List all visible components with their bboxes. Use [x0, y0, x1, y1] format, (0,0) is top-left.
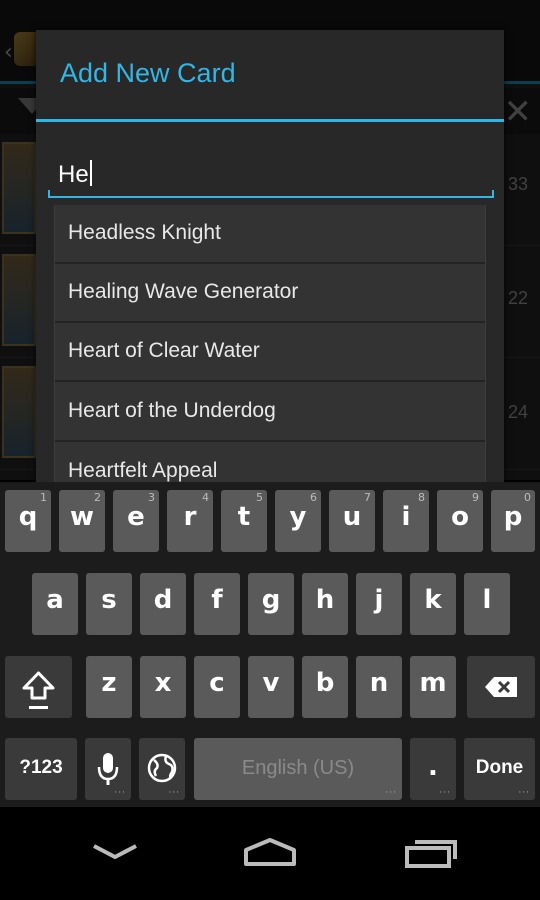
suggestion-label: Heartfelt Appeal — [68, 459, 218, 482]
suggestion-item[interactable]: Heart of Clear Water — [55, 323, 485, 382]
key-label: q — [18, 502, 38, 532]
key-label: i — [401, 502, 411, 532]
shift-key[interactable] — [5, 656, 72, 718]
key-label: w — [69, 502, 95, 532]
key-l[interactable]: l — [464, 573, 510, 635]
key-p[interactable]: 0 p — [491, 490, 535, 552]
key-o[interactable]: 9 o — [437, 490, 483, 552]
key-a[interactable]: a — [32, 573, 78, 635]
dialog-title: Add New Card — [60, 58, 236, 88]
key-label: n — [369, 668, 389, 698]
key-label: h — [315, 585, 335, 615]
key-c[interactable]: c — [194, 656, 240, 718]
key-v[interactable]: v — [248, 656, 294, 718]
backspace-key[interactable] — [467, 656, 535, 718]
key-q[interactable]: 1 q — [5, 490, 51, 552]
key-t[interactable]: 5 t — [221, 490, 267, 552]
key-label: s — [101, 585, 117, 615]
key-h[interactable]: h — [302, 573, 348, 635]
key-z[interactable]: z — [86, 656, 132, 718]
shift-icon — [22, 671, 55, 709]
key-d[interactable]: d — [140, 573, 186, 635]
key-r[interactable]: 4 r — [167, 490, 213, 552]
key-label: p — [503, 502, 523, 532]
card-name-input[interactable]: He — [48, 154, 494, 198]
key-label: a — [46, 585, 64, 615]
symbols-key[interactable]: ?123 — [5, 738, 77, 800]
key-g[interactable]: g — [248, 573, 294, 635]
suggestion-label: Headless Knight — [68, 221, 221, 244]
key-label: y — [289, 502, 307, 532]
input-underline — [48, 190, 494, 198]
text-caret — [89, 160, 92, 186]
key-label: d — [153, 585, 173, 615]
key-label: m — [419, 668, 447, 698]
nav-recents-button[interactable] — [385, 827, 475, 877]
autocomplete-dropdown: Headless Knight Healing Wave Generator H… — [54, 205, 486, 482]
key-label: g — [261, 585, 281, 615]
key-label: t — [237, 502, 251, 532]
more-keys-indicator: ··· — [439, 788, 451, 798]
period-key[interactable]: . ··· — [410, 738, 456, 800]
nav-recents-icon — [405, 840, 457, 868]
key-label: k — [424, 585, 442, 615]
key-label: ?123 — [19, 757, 63, 778]
nav-back-button[interactable] — [70, 827, 160, 877]
key-s[interactable]: s — [86, 573, 132, 635]
key-f[interactable]: f — [194, 573, 240, 635]
suggestion-label: Heart of Clear Water — [68, 339, 260, 362]
system-nav-bar — [0, 807, 540, 900]
suggestion-label: Healing Wave Generator — [68, 280, 299, 303]
key-n[interactable]: n — [356, 656, 402, 718]
suggestion-item[interactable]: Healing Wave Generator — [55, 264, 485, 323]
more-keys-indicator: ··· — [168, 788, 180, 798]
suggestion-item[interactable]: Heartfelt Appeal — [55, 443, 485, 482]
nav-home-icon — [244, 838, 296, 866]
key-label: v — [262, 668, 280, 698]
language-key[interactable]: ··· — [139, 738, 185, 800]
backspace-icon — [485, 677, 517, 697]
key-label: u — [342, 502, 362, 532]
suggestion-label: Heart of the Underdog — [68, 399, 276, 422]
key-k[interactable]: k — [410, 573, 456, 635]
key-u[interactable]: 7 u — [329, 490, 375, 552]
title-divider — [36, 119, 504, 122]
key-label: c — [209, 668, 225, 698]
nav-back-icon — [93, 844, 137, 860]
done-key[interactable]: Done ··· — [464, 738, 535, 800]
key-y[interactable]: 6 y — [275, 490, 321, 552]
key-label: x — [154, 668, 172, 698]
nav-home-button[interactable] — [225, 827, 315, 877]
key-x[interactable]: x — [140, 656, 186, 718]
key-label: English (US) — [241, 757, 355, 779]
key-label: f — [211, 585, 223, 615]
key-i[interactable]: 8 i — [383, 490, 429, 552]
space-key[interactable]: English (US) ··· — [194, 738, 402, 800]
key-j[interactable]: j — [356, 573, 402, 635]
key-w[interactable]: 2 w — [59, 490, 105, 552]
key-b[interactable]: b — [302, 656, 348, 718]
more-keys-indicator: ··· — [385, 788, 397, 798]
suggestion-item[interactable]: Heart of the Underdog — [55, 383, 485, 442]
key-label: Done — [475, 757, 524, 778]
key-m[interactable]: m — [410, 656, 456, 718]
more-keys-indicator: ··· — [518, 788, 530, 798]
key-label: l — [482, 585, 492, 615]
key-label: e — [127, 502, 145, 532]
voice-input-key[interactable]: ··· — [85, 738, 131, 800]
key-label: o — [451, 502, 469, 532]
key-label: r — [183, 502, 197, 532]
soft-keyboard: 1 q 2 w 3 e 4 r 5 t 6 y 7 u 8 i 9 o 0 p … — [0, 482, 540, 807]
key-label: z — [101, 668, 117, 698]
suggestion-item[interactable]: Headless Knight — [55, 205, 485, 264]
key-e[interactable]: 3 e — [113, 490, 159, 552]
key-label: . — [428, 752, 438, 782]
key-label: j — [374, 585, 384, 615]
card-name-input-value: He — [58, 161, 89, 188]
key-label: b — [315, 668, 335, 698]
more-keys-indicator: ··· — [114, 788, 126, 798]
